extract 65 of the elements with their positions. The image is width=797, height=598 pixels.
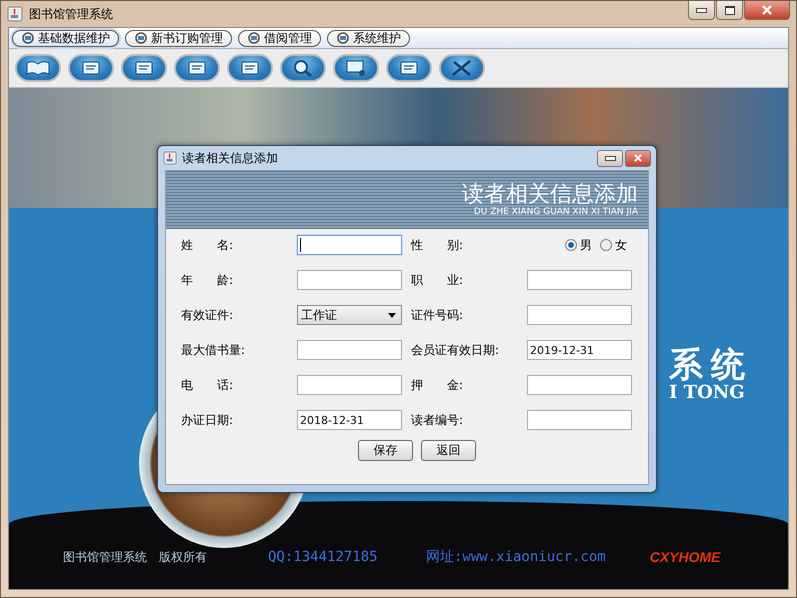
field-label: 最大借书量: [181, 342, 246, 358]
menu-tab[interactable]: 系统维护 [327, 30, 410, 46]
toolbar-button[interactable] [68, 54, 114, 82]
menu-glyph-icon [336, 31, 350, 45]
field-label: 办证日期: [181, 412, 234, 428]
dialog-button[interactable]: 保存 [358, 440, 413, 461]
background-title: 系统 [669, 348, 753, 382]
field-label: 押 金: [411, 376, 464, 394]
field-label: 年 龄: [181, 272, 234, 288]
close-icon [761, 5, 773, 15]
toolbar-button[interactable] [227, 54, 273, 82]
banner-title: 读者相关信息添加 [462, 182, 638, 207]
field-label: 读者编号: [411, 412, 464, 428]
toolbar-button[interactable] [121, 54, 167, 82]
input-field[interactable] [297, 235, 402, 255]
book-icon [24, 58, 52, 78]
close-button[interactable] [744, 1, 790, 20]
field-label: 职 业: [411, 272, 464, 288]
input-field[interactable] [527, 410, 632, 430]
input-field[interactable] [527, 375, 632, 395]
toolbar-button[interactable] [386, 54, 432, 82]
window-title: 图书馆管理系统 [29, 6, 113, 22]
toolbar-button[interactable] [174, 54, 220, 82]
website-text: 网址:www.xiaoniucr.com [426, 548, 606, 566]
field-label: 有效证件: [181, 306, 234, 324]
dialog-title: 读者相关信息添加 [182, 150, 278, 166]
radio-option[interactable]: 男 [565, 236, 592, 254]
input-field[interactable] [297, 340, 402, 360]
menu-tab[interactable]: 基础数据维护 [12, 30, 119, 46]
qq-text: QQ:1344127185 [268, 549, 379, 565]
toolbar-button[interactable] [333, 54, 379, 82]
minimize-button[interactable] [688, 1, 715, 20]
dropdown[interactable]: 工作证 [297, 305, 402, 325]
menu-tab[interactable]: 新书订购管理 [125, 30, 232, 46]
menu-glyph-icon [247, 31, 261, 45]
input-field[interactable] [297, 270, 402, 290]
radio-option[interactable]: 女 [600, 236, 627, 254]
background-subtitle: I TONG [669, 382, 745, 403]
toolbar-button[interactable] [439, 54, 485, 82]
field-label: 姓 名: [181, 236, 234, 254]
menu-glyph-icon [21, 31, 35, 45]
input-field[interactable] [527, 270, 632, 290]
menu-tab[interactable]: 借阅管理 [238, 30, 321, 46]
logo-text: CXYHOME [650, 549, 721, 565]
field-label: 性 别: [411, 236, 464, 254]
field-label: 证件号码: [411, 306, 464, 324]
toolbar-button[interactable] [280, 54, 326, 82]
minimize-button[interactable] [597, 150, 623, 166]
field-label: 会员证有效日期: [411, 342, 500, 358]
caret-icon [388, 312, 396, 318]
maximize-button[interactable] [716, 1, 743, 20]
dialog-button[interactable]: 返回 [421, 440, 476, 461]
close-icon [633, 154, 643, 162]
banner-pinyin: DU ZHE XIANG GUAN XIN XI TIAN JIA [474, 207, 638, 218]
input-field[interactable]: 2018-12-31 [297, 410, 402, 430]
copyright-text: 图书馆管理系统 版权所有 [63, 548, 208, 566]
toolbar-button[interactable] [15, 54, 61, 82]
close-button[interactable] [625, 150, 651, 166]
input-field[interactable] [527, 305, 632, 325]
menu-glyph-icon [134, 31, 148, 45]
input-field[interactable] [297, 375, 402, 395]
coffee-cup-icon [163, 151, 177, 165]
field-label: 电 话: [181, 376, 234, 394]
input-field[interactable]: 2019-12-31 [527, 340, 632, 360]
coffee-cup-icon [7, 6, 23, 22]
